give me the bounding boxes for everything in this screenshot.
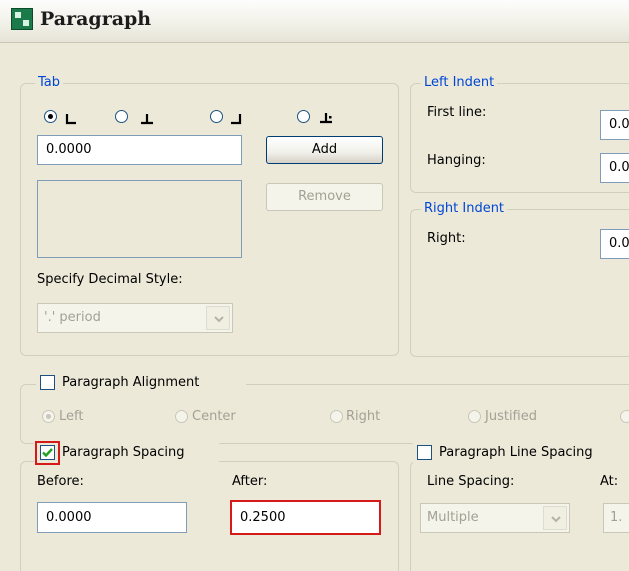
window-title: Paragraph (40, 8, 152, 30)
paragraph-dialog: Paragraph Tab 0.0000 Add Remove Specify … (0, 0, 629, 571)
tab-group-title: Tab (35, 74, 64, 92)
left-tab-radio[interactable] (44, 110, 57, 123)
checkmark-icon (42, 448, 53, 458)
left-indent-title: Left Indent (421, 74, 498, 92)
after-input[interactable]: 0.2500 (230, 500, 381, 535)
decimal-style-value: '.' period (44, 310, 101, 325)
align-center-label: Center (192, 409, 236, 424)
right-tab-radio[interactable] (210, 110, 223, 123)
line-spacing-select[interactable]: Multiple (420, 503, 570, 533)
title-bar[interactable]: Paragraph (0, 0, 629, 43)
hanging-label: Hanging: (427, 153, 486, 168)
decimal-tab-icon (320, 113, 332, 124)
right-indent-title: Right Indent (421, 200, 508, 218)
paragraph-spacing-checkbox[interactable] (40, 445, 55, 460)
paragraph-alignment-label: Paragraph Alignment (62, 375, 200, 390)
right-label: Right: (427, 231, 466, 246)
line-spacing-value: Multiple (427, 510, 479, 525)
first-line-input[interactable]: 0.0 (600, 110, 629, 140)
decimal-tab-radio[interactable] (297, 110, 310, 123)
align-justified-radio[interactable] (468, 410, 481, 423)
left-indent-group: Left Indent (410, 74, 629, 193)
first-line-label: First line: (427, 105, 487, 120)
line-spacing-label: Line Spacing: (427, 474, 515, 489)
chevron-down-icon[interactable] (206, 306, 230, 330)
align-justified-label: Justified (485, 409, 537, 424)
hanging-input[interactable]: 0.0 (600, 153, 629, 183)
center-tab-icon (141, 114, 153, 125)
add-button[interactable]: Add (266, 136, 383, 164)
line-spacing-checkbox-label: Paragraph Line Spacing (439, 445, 593, 460)
paragraph-app-icon (11, 8, 33, 30)
at-input[interactable]: 1. (603, 503, 629, 533)
align-distributed-radio[interactable] (620, 410, 629, 423)
tab-position-input[interactable]: 0.0000 (37, 135, 242, 165)
align-left-label: Left (59, 409, 84, 424)
at-label: At: (600, 474, 619, 489)
paragraph-spacing-label: Paragraph Spacing (62, 445, 185, 460)
chevron-down-icon[interactable] (543, 506, 567, 530)
paragraph-alignment-checkbox[interactable] (40, 375, 55, 390)
tab-stops-list[interactable] (37, 180, 242, 258)
align-left-radio[interactable] (42, 410, 55, 423)
before-label: Before: (37, 474, 84, 489)
before-input[interactable]: 0.0000 (37, 502, 187, 533)
decimal-style-select[interactable]: '.' period (37, 303, 233, 333)
after-label: After: (232, 474, 268, 489)
align-center-radio[interactable] (175, 410, 188, 423)
line-spacing-checkbox[interactable] (417, 445, 432, 460)
center-tab-radio[interactable] (115, 110, 128, 123)
left-tab-icon (65, 114, 76, 125)
align-right-radio[interactable] (330, 410, 343, 423)
remove-button[interactable]: Remove (266, 183, 383, 211)
align-right-label: Right (346, 409, 381, 424)
right-tab-icon (231, 114, 242, 125)
right-indent-input[interactable]: 0.0 (600, 229, 629, 259)
decimal-style-label: Specify Decimal Style: (37, 272, 183, 287)
